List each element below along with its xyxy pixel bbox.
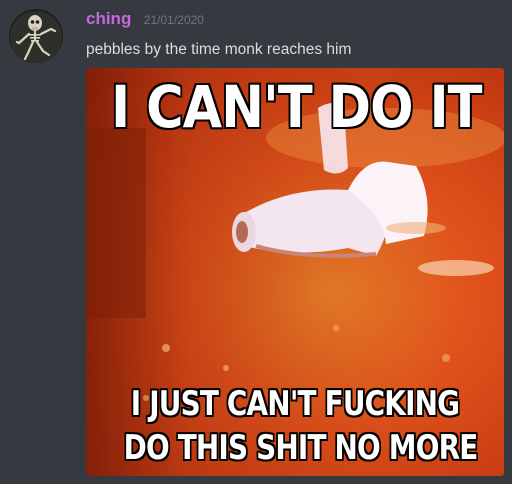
caption-bottom: I JUST CAN'T FUCKING DO THIS SHIT NO MOR… <box>123 382 479 470</box>
username[interactable]: ching <box>86 9 131 28</box>
caption-bottom-line-1: I JUST CAN'T FUCKING <box>130 384 460 424</box>
chat-message: ching 21/01/2020 pebbles by the time mon… <box>0 0 512 484</box>
image-attachment[interactable]: I CAN'T DO IT I JUST CAN'T FUCKING DO TH… <box>86 68 504 476</box>
timestamp: 21/01/2020 <box>143 13 204 27</box>
skeleton-avatar-icon <box>9 9 63 63</box>
message-text: pebbles by the time monk reaches him <box>86 41 352 58</box>
avatar[interactable] <box>9 9 63 63</box>
caption-bottom-line-2: DO THIS SHIT NO MORE <box>123 428 479 468</box>
caption-top: I CAN'T DO IT <box>111 73 482 141</box>
message-header: ching 21/01/2020 <box>86 9 204 31</box>
